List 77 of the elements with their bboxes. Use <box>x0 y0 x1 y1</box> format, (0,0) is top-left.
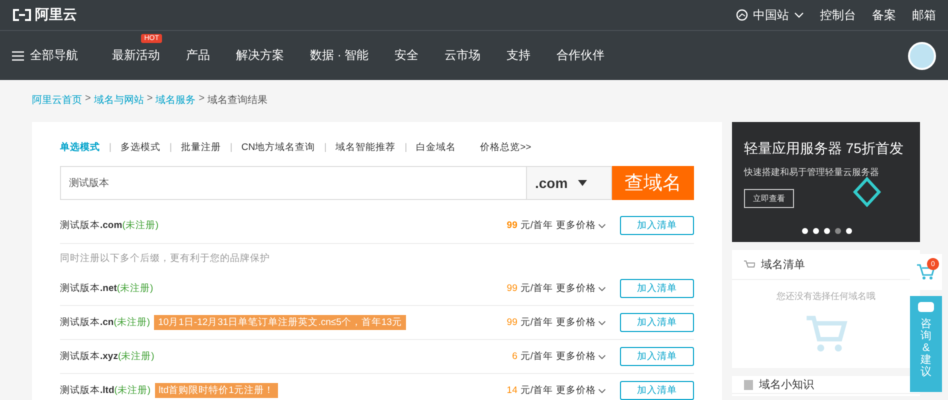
top-link[interactable]: 控制台 <box>820 6 856 24</box>
logo-text: 阿里云 <box>35 6 77 24</box>
price-unit: 元/首年 <box>520 384 553 397</box>
caret-icon <box>578 180 587 186</box>
price-unit: 元/首年 <box>520 219 553 232</box>
breadcrumb-separator: > <box>198 93 205 106</box>
promo-banner[interactable]: 轻量应用服务器 75折首发 快速搭建和易于管理轻量云服务器 立即查看 <box>732 122 920 242</box>
current-page-text: 域名查询结果 <box>208 94 268 108</box>
chevron-down-icon <box>598 352 606 360</box>
carousel-dot[interactable] <box>802 228 808 234</box>
price: 99 <box>506 283 518 294</box>
chevron-down-icon <box>794 10 804 20</box>
price-unit: 元/首年 <box>520 316 553 329</box>
breadcrumb-separator: > <box>146 93 153 106</box>
more-prices-link[interactable]: 更多价格 <box>556 384 606 397</box>
mode-separator: | <box>324 142 327 152</box>
chevron-down-icon <box>598 386 606 394</box>
chevron-down-icon <box>598 222 606 230</box>
nav-item[interactable]: 产品 <box>186 47 210 64</box>
mode-separator: | <box>169 142 172 152</box>
hint-text: 同时注册以下多个后缀，更有利于您的品牌保护 <box>60 252 270 264</box>
domain-search-field[interactable]: 测试版本 <box>60 166 526 200</box>
empty-list-text: 您还没有选择任何域名哦 <box>776 290 876 303</box>
price-unit: 元/首年 <box>520 282 553 295</box>
more-prices-link[interactable]: 更多价格 <box>556 219 606 232</box>
nav-item[interactable]: 数据 · 智能 <box>310 47 369 64</box>
price: 99 <box>506 317 518 328</box>
mode-separator: | <box>109 142 112 152</box>
region-selector[interactable]: 中国站 <box>736 6 804 24</box>
domain-name: 测试版本.net(未注册) <box>60 282 154 295</box>
price: 14 <box>506 385 518 396</box>
nav-item[interactable]: 安全 <box>394 47 419 64</box>
search-mode-tab[interactable]: 多选模式 <box>120 140 160 154</box>
breadcrumb-separator: > <box>85 93 91 106</box>
banner-subtitle: 快速搭建和易于管理轻量云服务器 <box>744 166 880 179</box>
domain-name: 测试版本.com(未注册) <box>60 219 159 232</box>
menu-icon <box>12 50 24 60</box>
top-link[interactable]: 邮箱 <box>912 6 936 24</box>
search-mode-tab[interactable]: 批量注册 <box>180 140 221 154</box>
price-overview-link[interactable]: 价格总览>> <box>480 140 532 154</box>
carousel-dot[interactable] <box>824 228 830 234</box>
domain-name: 测试版本.xyz(未注册) <box>60 350 154 363</box>
all-navigation-menu[interactable]: 全部导航 <box>12 47 78 64</box>
search-mode-tab[interactable]: 白金域名 <box>416 140 456 154</box>
chevron-down-icon <box>598 284 606 292</box>
more-prices-link[interactable]: 更多价格 <box>556 316 606 329</box>
nav-item[interactable]: 合作伙伴 <box>556 47 605 64</box>
panel-title: 域名清单 <box>761 258 805 272</box>
cart-icon <box>744 260 755 270</box>
carousel-dot[interactable] <box>813 228 819 234</box>
panel-title: 域名小知识 <box>759 378 814 392</box>
carousel-dot[interactable] <box>846 228 852 234</box>
banner-title: 轻量应用服务器 75折首发 <box>744 140 904 158</box>
more-prices-link[interactable]: 更多价格 <box>556 282 606 295</box>
domain-name: 测试版本.cn(未注册) <box>60 316 150 329</box>
promo-tag: 10月1日-12月31日单笔订单注册英文.cn≤5个，首年13元 <box>154 315 406 330</box>
banner-button[interactable]: 立即查看 <box>744 189 794 208</box>
suffix-dropdown[interactable]: .com <box>526 166 612 200</box>
nav-item[interactable]: 云市场 <box>444 47 481 64</box>
price: 6 <box>512 351 518 362</box>
mode-separator: | <box>230 142 232 152</box>
carousel-dot[interactable] <box>835 228 841 234</box>
nav-item[interactable]: 解决方案 <box>236 47 284 64</box>
avatar[interactable] <box>908 42 936 70</box>
search-mode-tab[interactable]: 域名智能推荐 <box>336 140 396 154</box>
logo-icon <box>12 9 32 21</box>
mode-separator: | <box>404 142 408 152</box>
nav-item[interactable]: 支持 <box>506 47 531 64</box>
domain-name: 测试版本.ltd(未注册) <box>60 384 151 397</box>
search-mode-tab[interactable]: CN地方域名查询 <box>241 140 316 154</box>
chevron-down-icon <box>598 318 606 326</box>
price-unit: 元/首年 <box>520 350 553 363</box>
promo-tag: ltd首购限时特价1元注册！ <box>154 383 278 398</box>
more-prices-link[interactable]: 更多价格 <box>556 350 606 363</box>
top-link[interactable]: 备案 <box>872 6 896 24</box>
price: 99 <box>506 220 518 231</box>
nav-item[interactable]: 最新活动 <box>112 47 160 64</box>
